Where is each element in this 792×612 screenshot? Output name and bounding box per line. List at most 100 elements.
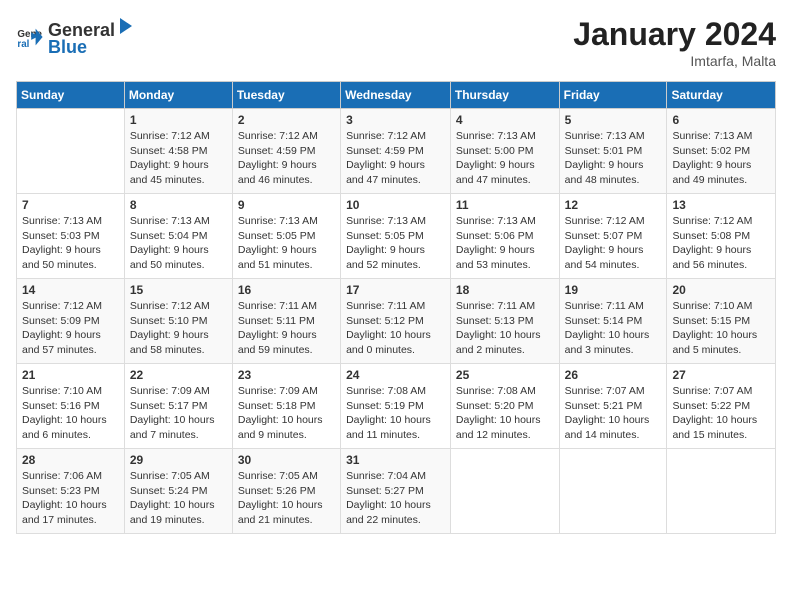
calendar-cell: 31Sunrise: 7:04 AMSunset: 5:27 PMDayligh… [341,449,451,534]
day-info: Sunrise: 7:12 AMSunset: 4:59 PMDaylight:… [346,129,445,188]
calendar-cell: 10 Sunrise: 7:13 AMSunset: 5:05 PMDayligh… [341,194,451,279]
day-number: 6 [672,113,770,127]
day-number: 29 [130,453,227,467]
day-info: Sunrise: 7:12 AMSunset: 5:09 PMDaylight:… [22,299,119,358]
header-monday: Monday [124,82,232,109]
day-number: 18 [456,283,554,297]
day-info: Sunrise: 7:05 AMSunset: 5:24 PMDaylight:… [130,469,227,528]
day-info: Sunrise: 7:13 AMSunset: 5:01 PMDaylight:… [565,129,662,188]
day-number: 11 [456,198,554,212]
day-number: 28 [22,453,119,467]
header-sunday: Sunday [17,82,125,109]
svg-text:ral: ral [17,39,29,50]
calendar-body: 1 Sunrise: 7:12 AMSunset: 4:58 PMDaylight… [17,109,776,534]
calendar-cell: 25 Sunrise: 7:08 AMSunset: 5:20 PMDayligh… [450,364,559,449]
day-info: Sunrise: 7:13 AMSunset: 5:05 PMDaylight:… [346,214,445,273]
calendar-cell: 13 Sunrise: 7:12 AMSunset: 5:08 PMDayligh… [667,194,776,279]
day-number: 1 [130,113,227,127]
calendar-cell [17,109,125,194]
day-number: 10 [346,198,445,212]
calendar-cell: 16 Sunrise: 7:11 AMSunset: 5:11 PMDayligh… [232,279,340,364]
day-number: 16 [238,283,335,297]
calendar-week-row: 7 Sunrise: 7:13 AMSunset: 5:03 PMDaylight… [17,194,776,279]
day-number: 9 [238,198,335,212]
day-info: Sunrise: 7:07 AMSunset: 5:22 PMDaylight:… [672,384,770,443]
calendar-cell: 1 Sunrise: 7:12 AMSunset: 4:58 PMDaylight… [124,109,232,194]
day-number: 19 [565,283,662,297]
calendar-cell: 26 Sunrise: 7:07 AMSunset: 5:21 PMDayligh… [559,364,667,449]
calendar-cell: 9 Sunrise: 7:13 AMSunset: 5:05 PMDaylight… [232,194,340,279]
day-info: Sunrise: 7:11 AMSunset: 5:11 PMDaylight:… [238,299,335,358]
svg-text:▶: ▶ [30,30,39,40]
logo-icon: Gene ral ▶ [16,23,44,51]
calendar-cell: 12 Sunrise: 7:12 AMSunset: 5:07 PMDayligh… [559,194,667,279]
day-number: 21 [22,368,119,382]
day-number: 8 [130,198,227,212]
calendar-cell: 30Sunrise: 7:05 AMSunset: 5:26 PMDayligh… [232,449,340,534]
day-number: 17 [346,283,445,297]
calendar-cell: 11 Sunrise: 7:13 AMSunset: 5:06 PMDayligh… [450,194,559,279]
day-number: 12 [565,198,662,212]
header-thursday: Thursday [450,82,559,109]
calendar-cell: 14 Sunrise: 7:12 AMSunset: 5:09 PMDayligh… [17,279,125,364]
day-info: Sunrise: 7:12 AMSunset: 5:07 PMDaylight:… [565,214,662,273]
calendar-cell [450,449,559,534]
day-info: Sunrise: 7:10 AMSunset: 5:16 PMDaylight:… [22,384,119,443]
day-number: 15 [130,283,227,297]
calendar-cell: 19 Sunrise: 7:11 AMSunset: 5:14 PMDayligh… [559,279,667,364]
day-info: Sunrise: 7:11 AMSunset: 5:13 PMDaylight:… [456,299,554,358]
day-number: 7 [22,198,119,212]
day-info: Sunrise: 7:13 AMSunset: 5:00 PMDaylight:… [456,129,554,188]
calendar-cell: 22Sunrise: 7:09 AMSunset: 5:17 PMDayligh… [124,364,232,449]
calendar-week-row: 14 Sunrise: 7:12 AMSunset: 5:09 PMDayligh… [17,279,776,364]
calendar-week-row: 21 Sunrise: 7:10 AMSunset: 5:16 PMDayligh… [17,364,776,449]
calendar-cell: 27 Sunrise: 7:07 AMSunset: 5:22 PMDayligh… [667,364,776,449]
day-info: Sunrise: 7:11 AMSunset: 5:14 PMDaylight:… [565,299,662,358]
calendar-cell [559,449,667,534]
calendar-cell: 6 Sunrise: 7:13 AMSunset: 5:02 PMDaylight… [667,109,776,194]
day-info: Sunrise: 7:08 AMSunset: 5:20 PMDaylight:… [456,384,554,443]
day-info: Sunrise: 7:12 AMSunset: 5:10 PMDaylight:… [130,299,227,358]
day-info: Sunrise: 7:12 AMSunset: 4:59 PMDaylight:… [238,129,335,188]
header-friday: Friday [559,82,667,109]
day-number: 2 [238,113,335,127]
day-info: Sunrise: 7:13 AMSunset: 5:05 PMDaylight:… [238,214,335,273]
calendar-cell: 18 Sunrise: 7:11 AMSunset: 5:13 PMDayligh… [450,279,559,364]
day-info: Sunrise: 7:13 AMSunset: 5:06 PMDaylight:… [456,214,554,273]
calendar-week-row: 1 Sunrise: 7:12 AMSunset: 4:58 PMDaylight… [17,109,776,194]
day-info: Sunrise: 7:13 AMSunset: 5:04 PMDaylight:… [130,214,227,273]
header-tuesday: Tuesday [232,82,340,109]
day-number: 26 [565,368,662,382]
day-number: 14 [22,283,119,297]
logo-arrow-icon [116,16,136,36]
calendar-cell: 17Sunrise: 7:11 AMSunset: 5:12 PMDayligh… [341,279,451,364]
calendar-week-row: 28Sunrise: 7:06 AMSunset: 5:23 PMDayligh… [17,449,776,534]
day-number: 22 [130,368,227,382]
calendar-cell: 20Sunrise: 7:10 AMSunset: 5:15 PMDayligh… [667,279,776,364]
calendar-cell: 15 Sunrise: 7:12 AMSunset: 5:10 PMDayligh… [124,279,232,364]
calendar-cell: 24Sunrise: 7:08 AMSunset: 5:19 PMDayligh… [341,364,451,449]
calendar-cell: 2 Sunrise: 7:12 AMSunset: 4:59 PMDaylight… [232,109,340,194]
calendar-cell: 29 Sunrise: 7:05 AMSunset: 5:24 PMDayligh… [124,449,232,534]
day-number: 13 [672,198,770,212]
calendar-cell: 28Sunrise: 7:06 AMSunset: 5:23 PMDayligh… [17,449,125,534]
header-wednesday: Wednesday [341,82,451,109]
calendar-header-row: SundayMondayTuesdayWednesdayThursdayFrid… [17,82,776,109]
day-info: Sunrise: 7:10 AMSunset: 5:15 PMDaylight:… [672,299,770,358]
calendar-cell: 21 Sunrise: 7:10 AMSunset: 5:16 PMDayligh… [17,364,125,449]
day-info: Sunrise: 7:12 AMSunset: 5:08 PMDaylight:… [672,214,770,273]
location-label: Imtarfa, Malta [573,53,776,69]
day-info: Sunrise: 7:08 AMSunset: 5:19 PMDaylight:… [346,384,445,443]
day-info: Sunrise: 7:13 AMSunset: 5:02 PMDaylight:… [672,129,770,188]
calendar-cell: 3Sunrise: 7:12 AMSunset: 4:59 PMDaylight… [341,109,451,194]
calendar-table: SundayMondayTuesdayWednesdayThursdayFrid… [16,81,776,534]
day-info: Sunrise: 7:13 AMSunset: 5:03 PMDaylight:… [22,214,119,273]
day-number: 5 [565,113,662,127]
day-number: 27 [672,368,770,382]
calendar-cell: 8 Sunrise: 7:13 AMSunset: 5:04 PMDaylight… [124,194,232,279]
day-info: Sunrise: 7:12 AMSunset: 4:58 PMDaylight:… [130,129,227,188]
day-info: Sunrise: 7:07 AMSunset: 5:21 PMDaylight:… [565,384,662,443]
day-info: Sunrise: 7:04 AMSunset: 5:27 PMDaylight:… [346,469,445,528]
day-number: 23 [238,368,335,382]
day-number: 25 [456,368,554,382]
